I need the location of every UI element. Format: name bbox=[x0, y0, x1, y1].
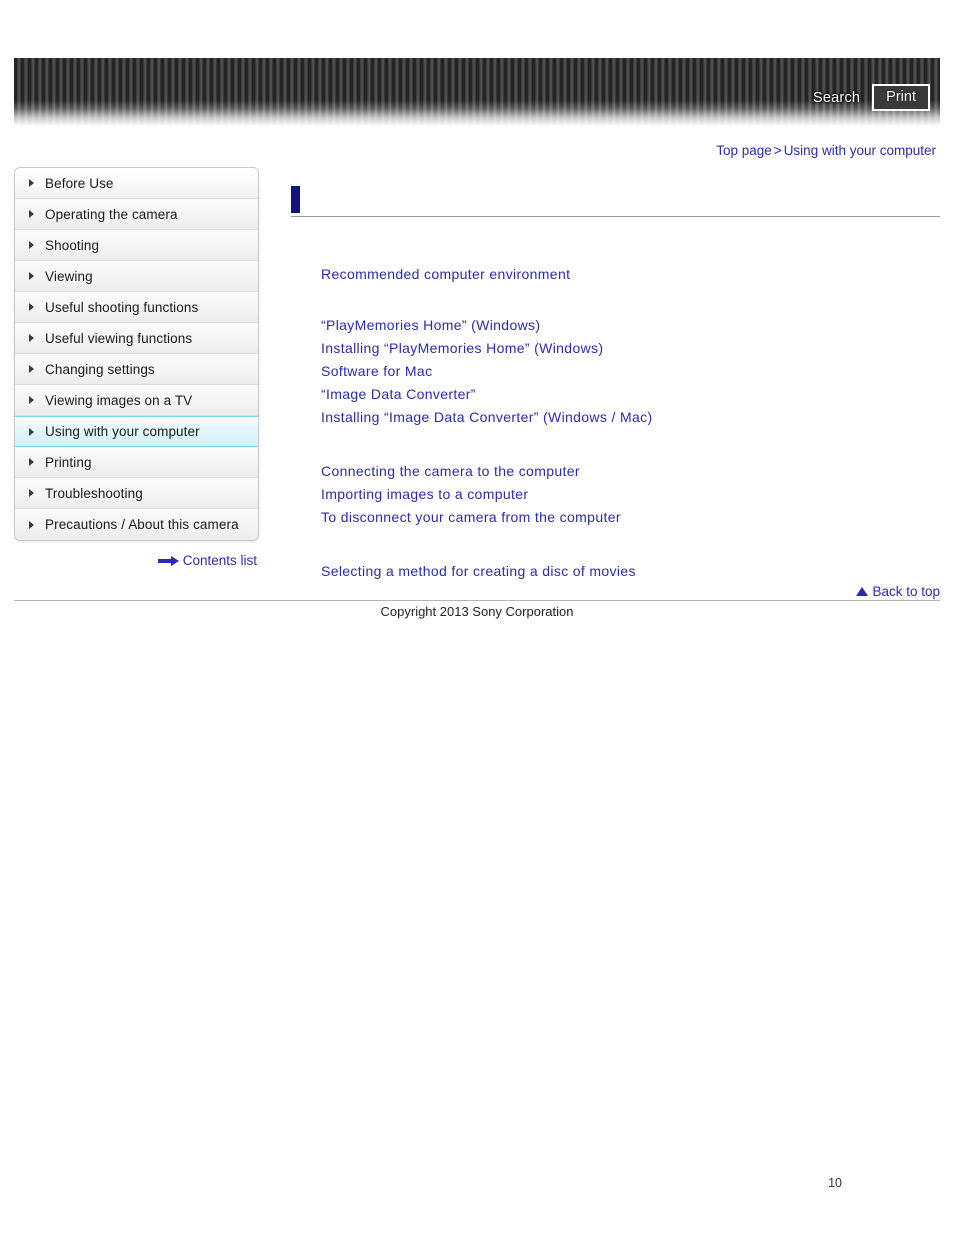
copyright-text: Copyright 2013 Sony Corporation bbox=[380, 604, 574, 619]
sidebar-item-troubleshooting[interactable]: Troubleshooting bbox=[15, 478, 258, 509]
print-button[interactable]: Print bbox=[872, 84, 930, 111]
link-playmemories-home-windows[interactable]: “PlayMemories Home” (Windows) bbox=[321, 314, 540, 337]
sidebar-item-shooting[interactable]: Shooting bbox=[15, 230, 258, 261]
link-connecting-the-camera-to-the-computer[interactable]: Connecting the camera to the computer bbox=[321, 460, 580, 483]
link-installing-image-data-converter[interactable]: Installing “Image Data Converter” (Windo… bbox=[321, 406, 652, 429]
header-actions: Search Print bbox=[813, 84, 930, 111]
sidebar-item-label: Troubleshooting bbox=[45, 485, 143, 501]
breadcrumb-top-page[interactable]: Top page bbox=[716, 143, 772, 158]
breadcrumb-separator: > bbox=[773, 143, 782, 158]
sidebar-item-label: Useful viewing functions bbox=[45, 330, 193, 346]
link-image-data-converter[interactable]: “Image Data Converter” bbox=[321, 383, 476, 406]
sidebar-item-precautions-about-this-camera[interactable]: Precautions / About this camera bbox=[15, 509, 258, 540]
breadcrumb-current[interactable]: Using with your computer bbox=[784, 143, 936, 158]
link-software-for-mac[interactable]: Software for Mac bbox=[321, 360, 432, 383]
triangle-right-icon bbox=[29, 489, 34, 497]
sidebar-item-using-with-your-computer[interactable]: Using with your computer bbox=[15, 416, 258, 447]
sidebar-item-label: Viewing images on a TV bbox=[45, 392, 193, 408]
footer-divider bbox=[14, 600, 940, 601]
sidebar-item-label: Precautions / About this camera bbox=[45, 517, 239, 532]
triangle-right-icon bbox=[29, 396, 34, 404]
back-to-top-row: Back to top bbox=[291, 584, 940, 599]
triangle-right-icon bbox=[29, 272, 34, 280]
sidebar-item-label: Shooting bbox=[45, 237, 100, 253]
link-group-connection: Connecting the camera to the computer Im… bbox=[291, 429, 940, 529]
triangle-right-icon bbox=[29, 179, 34, 187]
contents-list-link[interactable]: Contents list bbox=[183, 553, 257, 568]
sidebar-item-viewing[interactable]: Viewing bbox=[15, 261, 258, 292]
triangle-right-icon bbox=[29, 458, 34, 466]
sidebar-item-viewing-images-on-a-tv[interactable]: Viewing images on a TV bbox=[15, 385, 258, 416]
site-header-banner: Search Print bbox=[14, 58, 940, 126]
page-number: 10 bbox=[828, 1176, 842, 1190]
back-to-top-link[interactable]: Back to top bbox=[872, 584, 940, 599]
sidebar-item-operating-the-camera[interactable]: Operating the camera bbox=[15, 199, 258, 230]
link-selecting-a-method-for-creating-a-disc-of-movies[interactable]: Selecting a method for creating a disc o… bbox=[321, 560, 636, 583]
sidebar-item-changing-settings[interactable]: Changing settings bbox=[15, 354, 258, 385]
triangle-up-icon bbox=[856, 587, 869, 596]
search-button[interactable]: Search bbox=[813, 90, 860, 106]
sidebar-item-label: Printing bbox=[45, 454, 92, 470]
title-marker-bar bbox=[291, 186, 300, 213]
breadcrumb: Top page > Using with your computer bbox=[716, 143, 936, 158]
link-group-overview: Recommended computer environment bbox=[291, 217, 940, 286]
link-to-disconnect-your-camera-from-the-computer[interactable]: To disconnect your camera from the compu… bbox=[321, 506, 621, 529]
sidebar-item-useful-shooting-functions[interactable]: Useful shooting functions bbox=[15, 292, 258, 323]
sidebar-item-label: Changing settings bbox=[45, 361, 155, 377]
triangle-right-icon bbox=[29, 210, 34, 218]
link-group-disc-creation: Selecting a method for creating a disc o… bbox=[291, 529, 940, 583]
sidebar-item-useful-viewing-functions[interactable]: Useful viewing functions bbox=[15, 323, 258, 354]
header-stripe-texture bbox=[14, 58, 940, 126]
sidebar-item-label: Useful shooting functions bbox=[45, 299, 199, 315]
page-title-block bbox=[291, 186, 940, 217]
triangle-right-icon bbox=[29, 427, 34, 436]
sidebar-item-printing[interactable]: Printing bbox=[15, 447, 258, 478]
sidebar-item-label: Operating the camera bbox=[45, 206, 178, 222]
link-recommended-computer-environment[interactable]: Recommended computer environment bbox=[321, 263, 570, 286]
link-installing-playmemories-home-windows[interactable]: Installing “PlayMemories Home” (Windows) bbox=[321, 337, 603, 360]
triangle-right-icon bbox=[29, 520, 34, 529]
sidebar-item-label: Using with your computer bbox=[45, 424, 200, 439]
triangle-right-icon bbox=[29, 303, 34, 311]
sidebar-item-label: Before Use bbox=[45, 175, 114, 191]
link-importing-images-to-a-computer[interactable]: Importing images to a computer bbox=[321, 483, 528, 506]
triangle-right-icon bbox=[29, 365, 34, 373]
sidebar-navigation: Before Use Operating the camera Shooting… bbox=[14, 167, 259, 541]
main-content: Recommended computer environment “PlayMe… bbox=[291, 186, 940, 583]
arrow-right-icon bbox=[157, 555, 180, 567]
contents-list-row: Contents list bbox=[14, 553, 257, 568]
link-group-software: “PlayMemories Home” (Windows) Installing… bbox=[291, 286, 940, 429]
sidebar-item-before-use[interactable]: Before Use bbox=[15, 168, 258, 199]
triangle-right-icon bbox=[29, 334, 34, 342]
sidebar-item-label: Viewing bbox=[45, 268, 93, 284]
triangle-right-icon bbox=[29, 241, 34, 249]
